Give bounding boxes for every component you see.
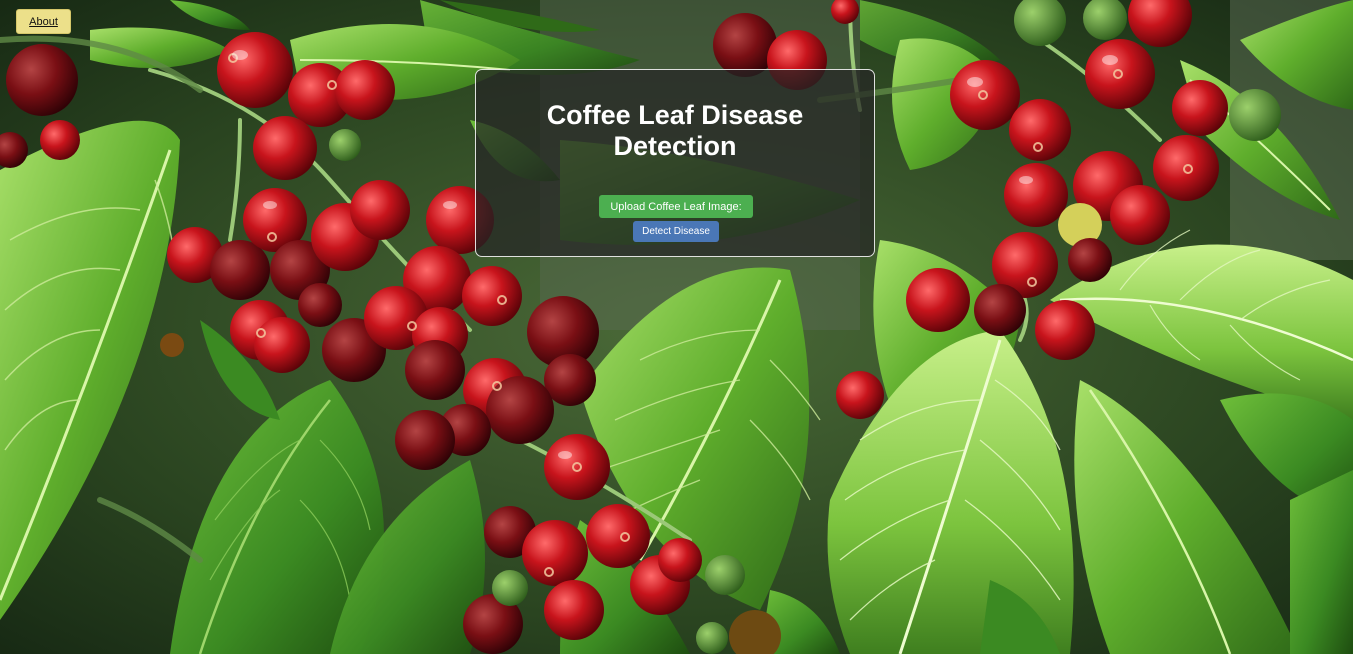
upload-image-button[interactable]: Upload Coffee Leaf Image: — [599, 195, 753, 218]
page: About Coffee Leaf Disease Detection Uplo… — [0, 0, 1353, 654]
page-title: Coffee Leaf Disease Detection — [546, 100, 804, 161]
about-button[interactable]: About — [16, 9, 71, 34]
detect-disease-button[interactable]: Detect Disease — [633, 221, 719, 242]
main-panel: Coffee Leaf Disease Detection Upload Cof… — [475, 69, 875, 257]
